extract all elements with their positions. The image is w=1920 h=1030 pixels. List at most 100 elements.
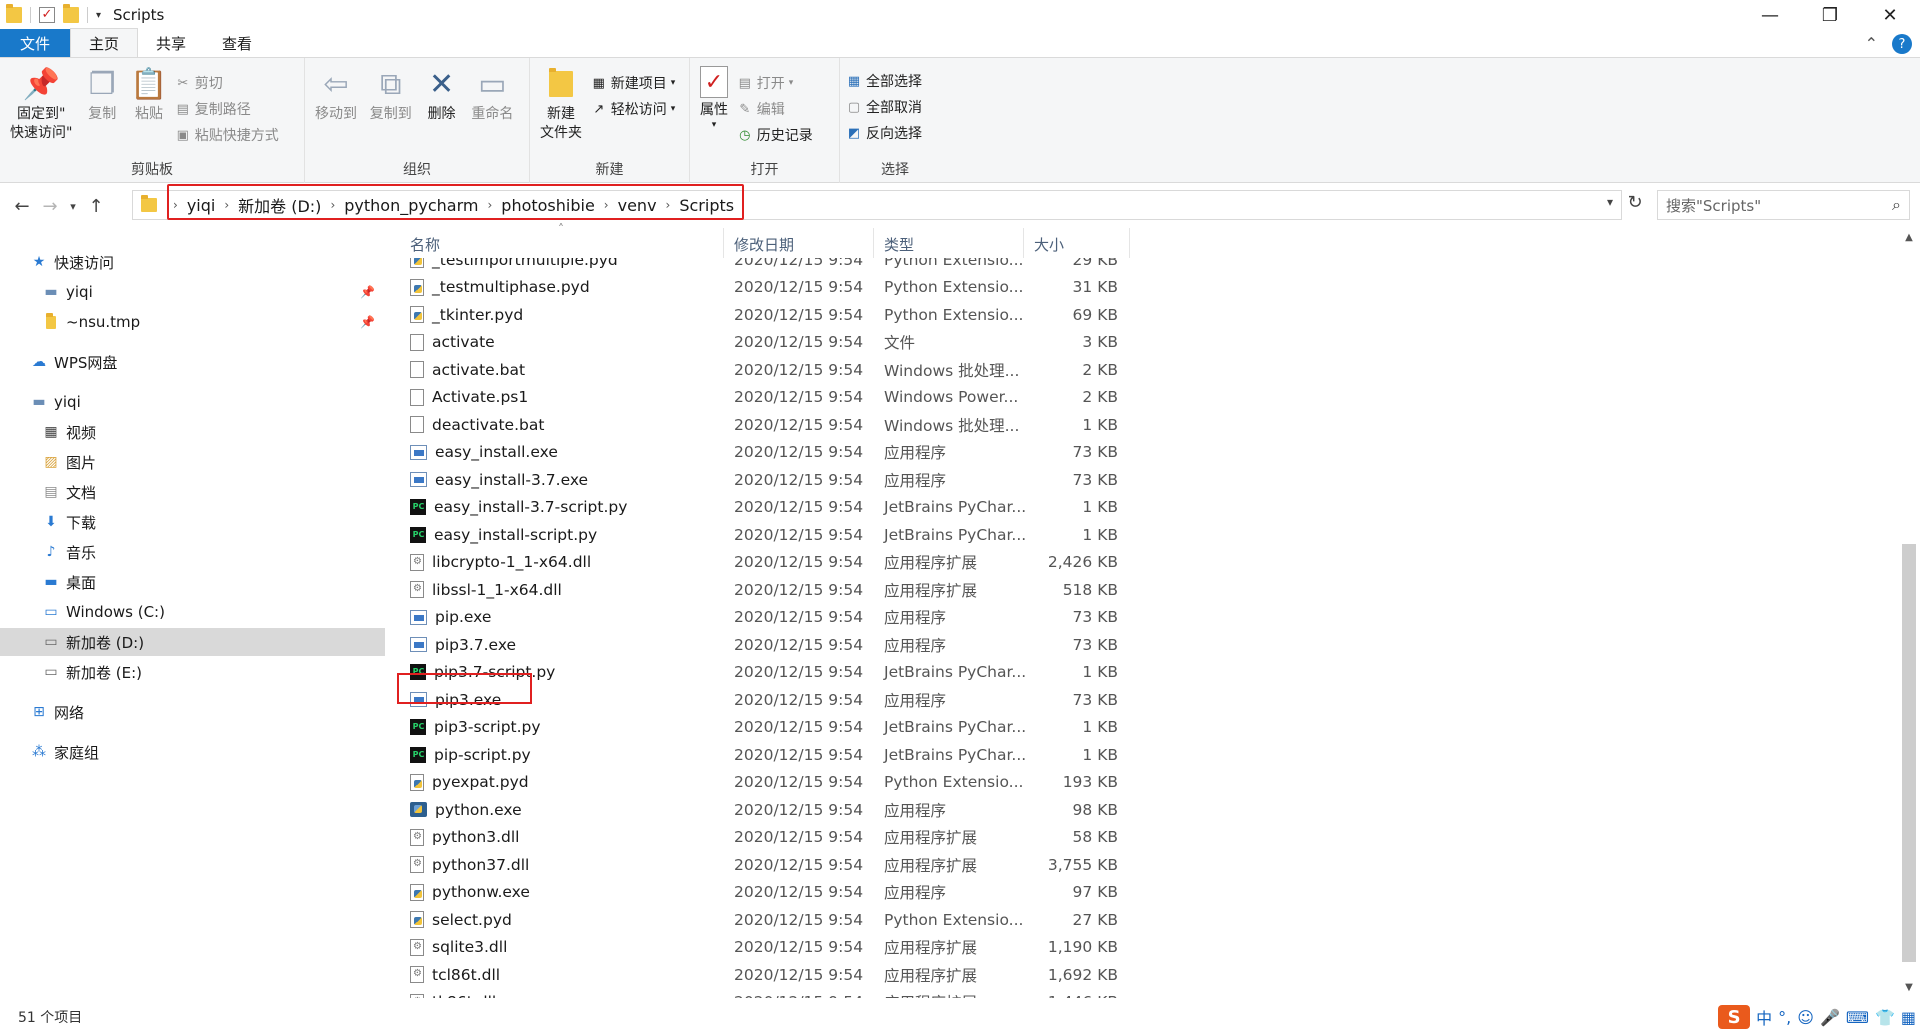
file-name-cell[interactable]: tk86t.dll [410, 993, 496, 998]
file-name-cell[interactable]: python.exe [410, 801, 522, 819]
table-row[interactable]: easy_install.exe 2020/12/15 9:54 应用程序 73 KB [400, 439, 1130, 466]
copy-to-button[interactable]: ⧉ 复制到 [366, 64, 416, 126]
file-name[interactable]: python37.dll [432, 856, 529, 874]
file-name-cell[interactable]: pythonw.exe [410, 883, 530, 901]
nav-user-pc[interactable]: ▬ yiqi [30, 388, 80, 416]
address-bar[interactable]: › yiqi › 新加卷 (D:) › python_pycharm › pho… [132, 190, 1622, 220]
open-button[interactable]: ▤ 打开 ▾ [737, 72, 813, 94]
breadcrumb-separator-chevron-icon[interactable]: › [219, 198, 234, 212]
file-name[interactable]: libssl-1_1-x64.dll [432, 581, 562, 599]
breadcrumb-item[interactable]: python_pycharm [340, 196, 482, 215]
file-name[interactable]: tcl86t.dll [432, 966, 500, 984]
file-name-cell[interactable]: select.pyd [410, 911, 512, 929]
file-name[interactable]: _tkinter.pyd [432, 306, 523, 324]
file-name[interactable]: pyexpat.pyd [432, 773, 529, 791]
file-name-cell[interactable]: activate.bat [410, 361, 525, 379]
nav-folder-videos[interactable]: ▦ 视频 [42, 418, 96, 446]
sogou-logo-icon[interactable]: S [1718, 1005, 1751, 1029]
history-button[interactable]: ◷ 历史记录 [737, 124, 813, 146]
file-name[interactable]: deactivate.bat [432, 416, 544, 434]
refresh-icon[interactable]: ↻ [1620, 192, 1650, 213]
column-header-type[interactable]: 类型 [874, 228, 1024, 258]
file-name-cell[interactable]: activate [410, 333, 495, 351]
file-name[interactable]: pip3.exe [435, 691, 501, 709]
keyboard-icon[interactable]: ⌨ [1846, 1008, 1869, 1027]
table-row[interactable]: select.pyd 2020/12/15 9:54 Python Extensio… [400, 906, 1130, 933]
file-name[interactable]: libcrypto-1_1-x64.dll [432, 553, 591, 571]
file-name[interactable]: Activate.ps1 [432, 388, 528, 406]
ime-language[interactable]: 中 [1756, 1005, 1772, 1029]
file-name-cell[interactable]: PC pip3.7-script.py [410, 663, 555, 681]
file-name[interactable]: select.pyd [432, 911, 512, 929]
file-name-cell[interactable]: pip.exe [410, 608, 491, 626]
easy-access-button[interactable]: ↗ 轻松访问 ▾ [591, 98, 675, 120]
nav-network[interactable]: ⊞ 网络 [30, 698, 84, 726]
table-row[interactable]: python37.dll 2020/12/15 9:54 应用程序扩展 3,755 K… [400, 851, 1130, 878]
file-name-cell[interactable]: easy_install.exe [410, 443, 558, 461]
nav-qa-item[interactable]: ~nsu.tmp 📌 [42, 308, 385, 336]
file-name-cell[interactable]: PC easy_install-script.py [410, 526, 597, 544]
tab-share[interactable]: 共享 [138, 29, 204, 57]
table-row[interactable]: tcl86t.dll 2020/12/15 9:54 应用程序扩展 1,692 KB [400, 961, 1130, 988]
breadcrumb-separator-chevron-icon[interactable]: › [325, 198, 340, 212]
file-name[interactable]: pip3.7.exe [435, 636, 516, 654]
table-row[interactable]: pip3.7.exe 2020/12/15 9:54 应用程序 73 KB [400, 631, 1130, 658]
new-folder-quick-icon[interactable] [63, 4, 79, 23]
file-name[interactable]: easy_install-3.7.exe [435, 471, 588, 489]
table-row[interactable]: tk86t.dll 2020/12/15 9:54 应用程序扩展 1,446 KB [400, 989, 1130, 998]
up-arrow-icon[interactable]: ↑ [82, 196, 110, 217]
file-name[interactable]: activate [432, 333, 495, 351]
file-name-cell[interactable]: easy_install-3.7.exe [410, 471, 588, 489]
edit-button[interactable]: ✎ 编辑 [737, 98, 813, 120]
close-button[interactable]: ✕ [1860, 0, 1920, 30]
scroll-down-arrow-icon[interactable]: ▼ [1898, 982, 1920, 1000]
table-row[interactable]: _testimportmultiple.pyd 2020/12/15 9:54 Py… [400, 258, 1130, 273]
table-row[interactable]: _testmultiphase.pyd 2020/12/15 9:54 Python… [400, 274, 1130, 301]
table-row[interactable]: python.exe 2020/12/15 9:54 应用程序 98 KB [400, 796, 1130, 823]
nav-folder-desktop[interactable]: ▬ 桌面 [42, 568, 96, 596]
tab-file[interactable]: 文件 [0, 29, 71, 57]
invert-selection-button[interactable]: ◩ 反向选择 [846, 122, 922, 144]
file-name[interactable]: python.exe [435, 801, 522, 819]
new-folder-button[interactable]: 新建 文件夹 [536, 64, 586, 145]
breadcrumb-separator-chevron-icon[interactable]: › [661, 198, 676, 212]
file-name[interactable]: python3.dll [432, 828, 519, 846]
paste-shortcut-button[interactable]: ▣ 粘贴快捷方式 [175, 124, 279, 146]
skin-icon[interactable]: 👕 [1875, 1008, 1895, 1027]
tab-view[interactable]: 查看 [204, 29, 270, 57]
recent-locations-chevron-down-icon[interactable]: ▾ [64, 200, 82, 213]
file-name[interactable]: easy_install-3.7-script.py [434, 498, 627, 516]
table-row[interactable]: easy_install-3.7.exe 2020/12/15 9:54 应用程序 7… [400, 466, 1130, 493]
select-all-button[interactable]: ▦ 全部选择 [846, 70, 922, 92]
new-item-button[interactable]: ▦ 新建项目 ▾ [591, 72, 676, 94]
properties-quick-icon[interactable]: ✓ [39, 7, 55, 23]
nav-folder-documents[interactable]: ▤ 文档 [42, 478, 96, 506]
file-name[interactable]: pythonw.exe [432, 883, 530, 901]
file-name-cell[interactable]: _testmultiphase.pyd [410, 278, 590, 296]
file-name-cell[interactable]: PC pip-script.py [410, 746, 531, 764]
back-arrow-icon[interactable]: ← [8, 196, 36, 217]
file-name-cell[interactable]: _tkinter.pyd [410, 306, 523, 324]
table-row[interactable]: PC pip-script.py 2020/12/15 9:54 JetBrains … [400, 741, 1130, 768]
column-header-date[interactable]: 修改日期 [724, 228, 874, 258]
cut-button[interactable]: ✂ 剪切 [175, 72, 279, 94]
file-name-cell[interactable]: deactivate.bat [410, 416, 544, 434]
tab-home[interactable]: 主页 [70, 28, 139, 57]
file-name[interactable]: pip3.7-script.py [434, 663, 555, 681]
breadcrumb-separator-chevron-icon[interactable]: › [168, 198, 183, 212]
emoji-icon[interactable]: ☺ [1797, 1008, 1814, 1027]
rename-button[interactable]: ▭ 重命名 [467, 64, 517, 126]
paste-button[interactable]: 📋 粘贴 [128, 64, 170, 126]
file-name-cell[interactable]: tcl86t.dll [410, 966, 500, 984]
customize-toolbar-chevron-down-icon[interactable]: ▾ [96, 10, 101, 21]
table-row[interactable]: sqlite3.dll 2020/12/15 9:54 应用程序扩展 1,190 KB [400, 934, 1130, 961]
forward-arrow-icon[interactable]: → [36, 196, 64, 217]
copy-button[interactable]: ❐ 复制 [81, 64, 123, 126]
nav-drive-c[interactable]: ▭ Windows (C:) [42, 598, 165, 626]
nav-drive-d[interactable]: ▭ 新加卷 (D:) [0, 628, 385, 656]
nav-folder-pictures[interactable]: ▨ 图片 [42, 448, 96, 476]
nav-homegroup[interactable]: ⁂ 家庭组 [30, 738, 99, 766]
nav-folder-downloads[interactable]: ⬇ 下载 [42, 508, 96, 536]
breadcrumb-item[interactable]: yiqi [183, 196, 220, 215]
file-name[interactable]: activate.bat [432, 361, 525, 379]
